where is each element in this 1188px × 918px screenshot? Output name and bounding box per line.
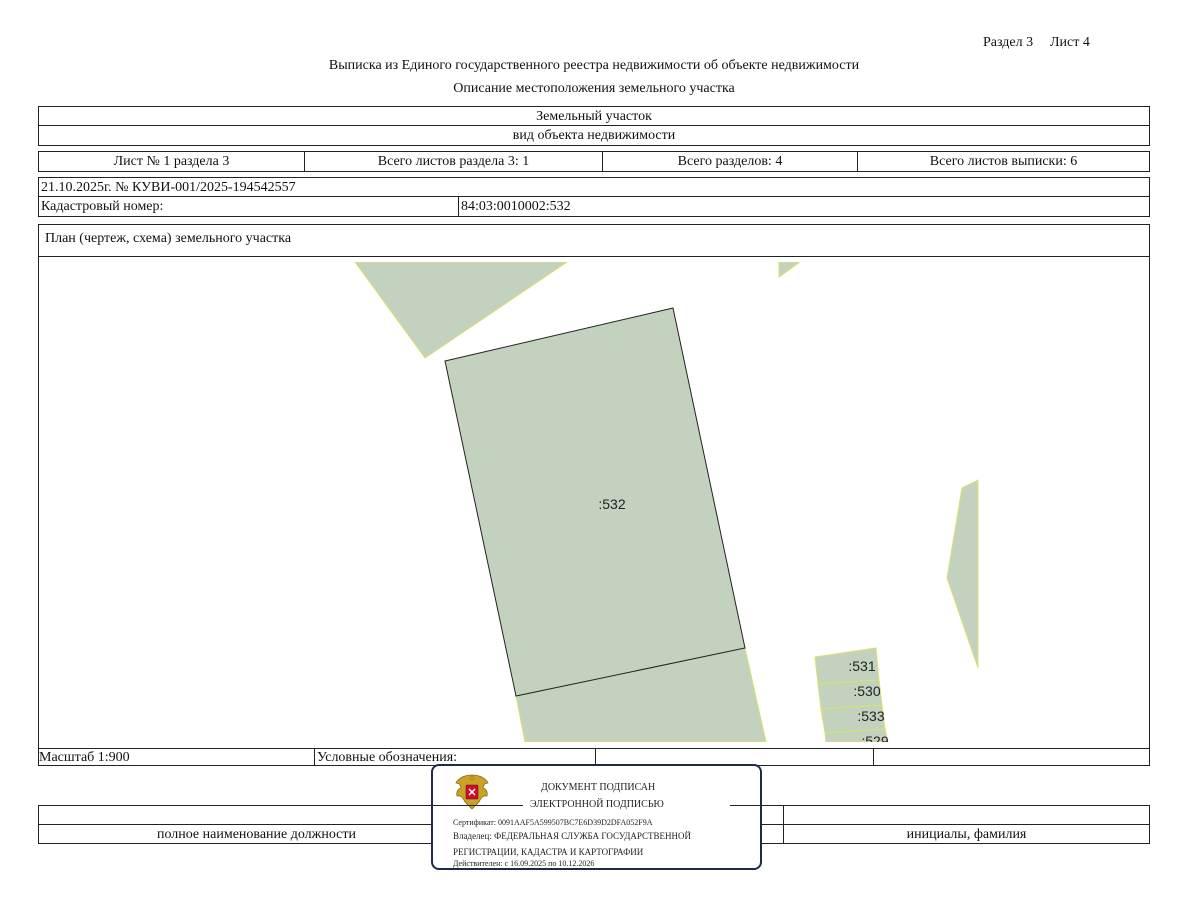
- parcel-532: [444, 307, 746, 697]
- stamp-owner-line-1: Владелец: ФЕДЕРАЛЬНАЯ СЛУЖБА ГОСУДАРСТВЕ…: [453, 831, 692, 841]
- stamp-certificate: Сертификат: 0091AAF5A599507BC7E6D39D2DFA…: [453, 818, 653, 827]
- neighbor-parcel-top-right: [778, 262, 801, 278]
- parcel-label-533: :533: [857, 708, 884, 724]
- neighbor-parcel-right: [946, 479, 979, 669]
- legend-cell-2: [873, 749, 1149, 765]
- scale-text: Масштаб 1:900: [39, 750, 130, 765]
- stamp-line-2: ЭЛЕКТРОННОЙ ПОДПИСЬЮ: [530, 799, 664, 810]
- e-signature-stamp: ДОКУМЕНТ ПОДПИСАН ЭЛЕКТРОННОЙ ПОДПИСЬЮ С…: [431, 764, 830, 870]
- stamp-line-1: ДОКУМЕНТ ПОДПИСАН: [541, 782, 656, 793]
- stamp-owner-line-2: РЕГИСТРАЦИИ, КАДАСТРА И КАРТОГРАФИИ: [453, 847, 644, 857]
- stamp-rule-left: [433, 805, 523, 806]
- stamp-validity: Действителен: с 16.09.2025 по 10.12.2026: [453, 859, 595, 868]
- parcel-label-530: :530: [853, 683, 880, 699]
- position-caption: полное наименование должности: [156, 827, 357, 842]
- parcel-label-531: :531: [848, 658, 875, 674]
- parcel-label-532: :532: [598, 496, 625, 512]
- parcel-label-529: :529: [861, 733, 888, 749]
- name-caption: инициалы, фамилия: [783, 825, 1149, 843]
- stamp-rule-right: [730, 805, 830, 806]
- legend-title: Условные обозначения:: [314, 749, 595, 765]
- signature-divider-top: [783, 806, 1149, 824]
- legend-cell-1: [595, 749, 873, 765]
